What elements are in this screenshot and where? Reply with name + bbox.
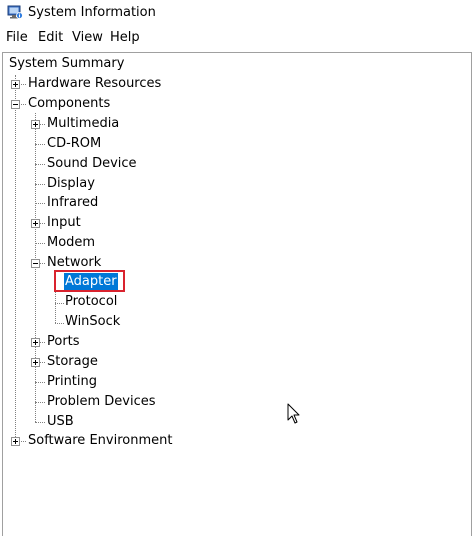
tree-item-printing[interactable]: Printing — [46, 373, 98, 391]
tree-item-software-environment[interactable]: Software Environment — [27, 432, 173, 450]
tree-connector — [35, 382, 45, 383]
tree-item-sound-device[interactable]: Sound Device — [46, 155, 138, 173]
menu-file[interactable]: File — [6, 30, 28, 46]
input-expand-icon[interactable] — [31, 219, 40, 228]
window-title: System Information — [28, 5, 156, 20]
storage-expand-icon[interactable] — [31, 358, 40, 367]
menu-view[interactable]: View — [72, 30, 103, 46]
tree-item-input[interactable]: Input — [46, 214, 82, 232]
components-collapse-icon[interactable] — [11, 100, 20, 109]
title-bar[interactable]: System Information — [0, 0, 474, 26]
tree-connector — [35, 402, 45, 403]
tree-connector — [55, 303, 64, 304]
tree-item-components[interactable]: Components — [27, 95, 111, 113]
tree-item-display[interactable]: Display — [46, 175, 96, 193]
multimedia-expand-icon[interactable] — [31, 120, 40, 129]
ports-expand-icon[interactable] — [31, 338, 40, 347]
tree-item-problem-devices[interactable]: Problem Devices — [46, 393, 157, 411]
tree-connector — [15, 75, 16, 441]
tree-connector — [35, 144, 45, 145]
adapter-highlight-box — [54, 270, 125, 292]
menu-bar: File Edit View Help — [0, 28, 474, 48]
software-environment-expand-icon[interactable] — [11, 437, 20, 446]
tree-connector — [35, 243, 45, 244]
tree-item-modem[interactable]: Modem — [46, 234, 96, 252]
tree-connector — [35, 422, 45, 423]
hardware-resources-expand-icon[interactable] — [11, 80, 20, 89]
menu-edit[interactable]: Edit — [38, 30, 63, 46]
tree-connector — [55, 323, 64, 324]
network-collapse-icon[interactable] — [31, 259, 40, 268]
mouse-pointer-icon — [287, 403, 300, 424]
tree-item-usb[interactable]: USB — [46, 413, 75, 431]
system-information-window: System Information File Edit View Help S… — [0, 0, 474, 536]
system-information-icon — [7, 5, 23, 19]
tree-item-ports[interactable]: Ports — [46, 333, 81, 351]
tree-connector — [35, 164, 45, 165]
tree-item-cdrom[interactable]: CD-ROM — [46, 135, 102, 153]
menu-help[interactable]: Help — [110, 30, 140, 46]
tree-item-protocol[interactable]: Protocol — [64, 293, 118, 311]
tree-item-hardware-resources[interactable]: Hardware Resources — [27, 75, 162, 93]
tree-item-winsock[interactable]: WinSock — [64, 313, 121, 331]
tree-item-infrared[interactable]: Infrared — [46, 194, 99, 212]
tree-connector — [35, 184, 45, 185]
tree-item-multimedia[interactable]: Multimedia — [46, 115, 120, 133]
tree-item-system-summary[interactable]: System Summary — [8, 55, 125, 73]
tree-connector — [35, 203, 45, 204]
tree-item-storage[interactable]: Storage — [46, 353, 99, 371]
